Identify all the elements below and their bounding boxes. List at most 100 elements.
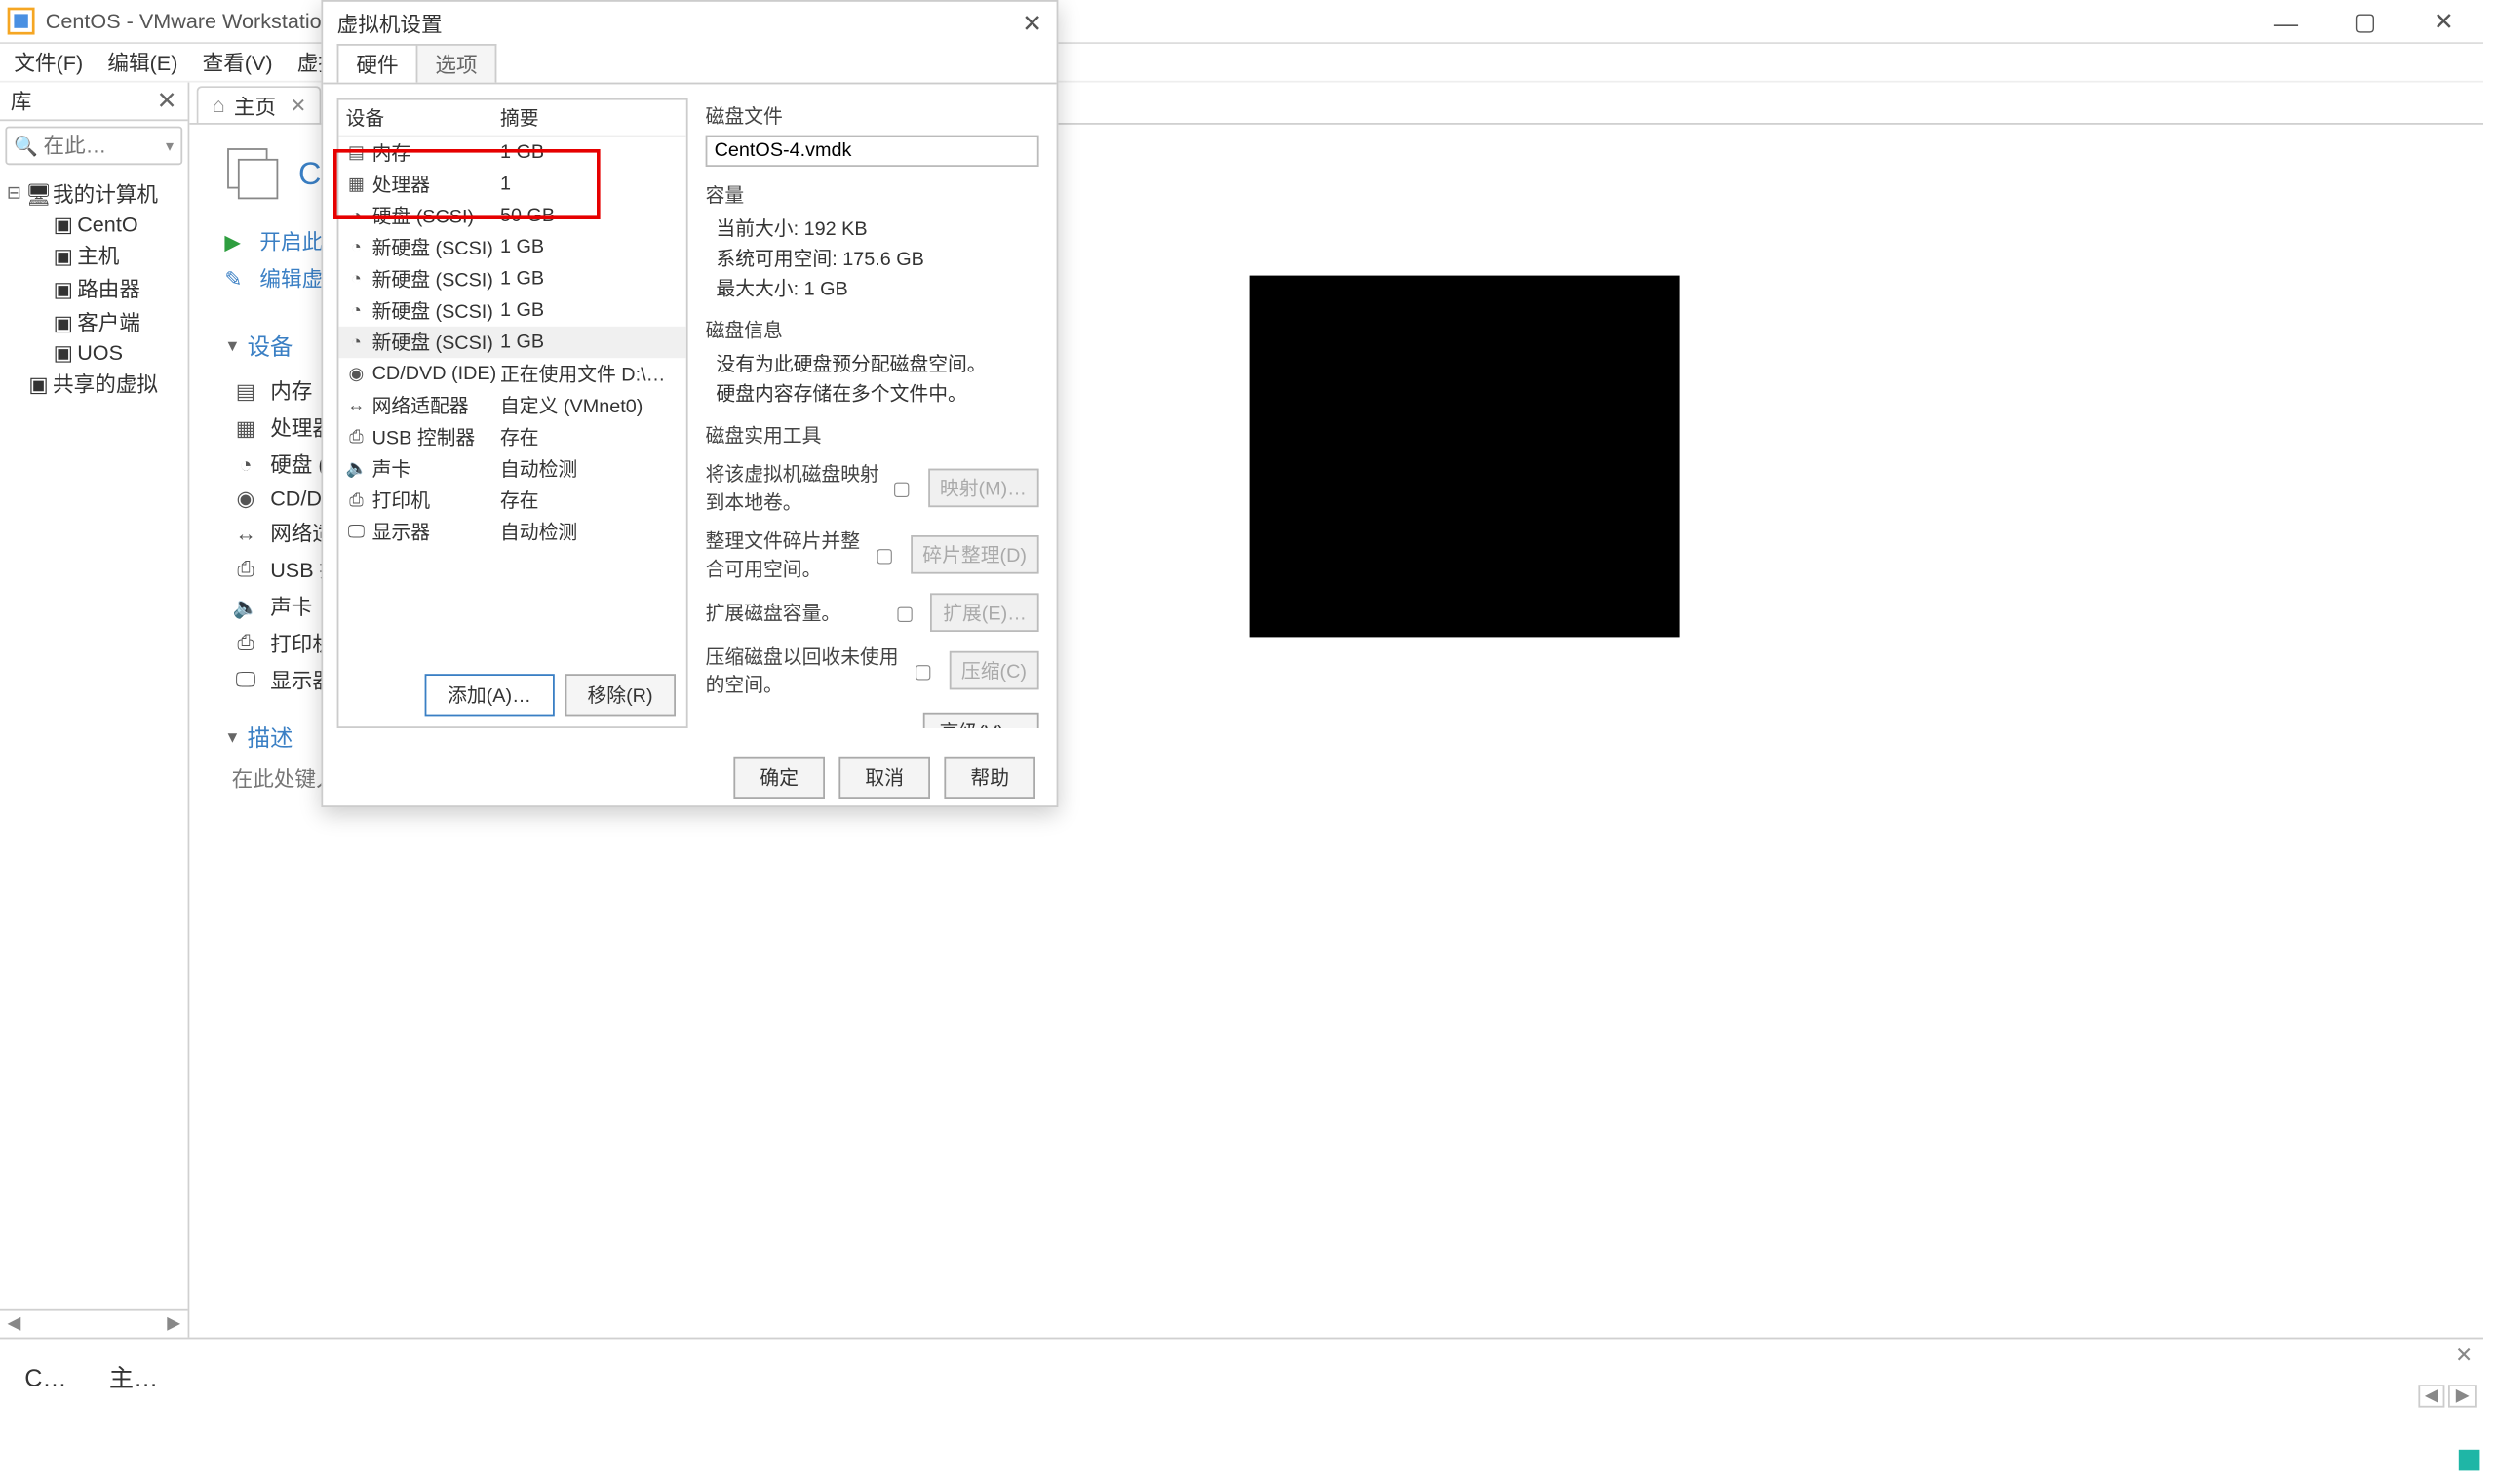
- hw-device: 处理器: [372, 171, 430, 199]
- capacity-label: 容量: [706, 180, 1039, 209]
- tree-toggle-icon[interactable]: ⊟: [4, 184, 25, 204]
- device-icon: 🔈: [232, 594, 260, 618]
- close-button[interactable]: ✕: [2404, 0, 2483, 44]
- hardware-row[interactable]: ◔新硬盘 (SCSI)1 GB: [338, 327, 685, 358]
- device-icon: ◉: [232, 487, 260, 511]
- hardware-row[interactable]: ◔硬盘 (SCSI)50 GB: [338, 200, 685, 231]
- scroll-right-icon[interactable]: ▶: [160, 1314, 188, 1334]
- hardware-row[interactable]: ⎙打印机存在: [338, 485, 685, 516]
- library-tree[interactable]: ⊟🖥我的计算机▣CentO▣主机▣路由器▣客户端▣UOS▣共享的虚拟: [0, 171, 188, 408]
- vm-large-icon: [224, 145, 281, 202]
- col-summary: 摘要: [500, 103, 680, 132]
- library-search[interactable]: 🔍 ▾: [5, 127, 182, 166]
- hw-device: USB 控制器: [372, 423, 476, 451]
- hw-device: 网络适配器: [372, 391, 469, 419]
- minimize-button[interactable]: —: [2246, 0, 2325, 44]
- advanced-button[interactable]: 高级(V)…: [923, 713, 1038, 728]
- hardware-row[interactable]: ▦处理器1: [338, 169, 685, 200]
- footer-right-icon[interactable]: ▶: [2449, 1385, 2476, 1407]
- hw-summary: 1 GB: [500, 300, 680, 322]
- hw-icon: 🔈: [346, 459, 368, 479]
- hw-icon: ⎙: [346, 427, 368, 447]
- footer-close-icon[interactable]: ✕: [2455, 1343, 2473, 1367]
- tree-node-icon: ▣: [49, 340, 77, 365]
- expand-button[interactable]: 扩展(E)…: [931, 593, 1039, 632]
- hw-summary: 1 GB: [500, 332, 680, 353]
- tree-item[interactable]: ▣客户端: [4, 305, 184, 338]
- hardware-row[interactable]: ◉CD/DVD (IDE)正在使用文件 D:\my 镜像\Cen…: [338, 358, 685, 389]
- remove-button[interactable]: 移除(R): [565, 674, 676, 716]
- help-icon[interactable]: ▢: [914, 659, 938, 682]
- defrag-button[interactable]: 碎片整理(D): [911, 535, 1039, 574]
- hardware-row[interactable]: ◔新硬盘 (SCSI)1 GB: [338, 263, 685, 294]
- help-icon[interactable]: ▢: [896, 602, 920, 624]
- current-size: 当前大小: 192 KB: [716, 215, 1038, 243]
- menu-file[interactable]: 文件(F): [14, 48, 83, 78]
- footer-tab-2[interactable]: 主…: [109, 1359, 158, 1394]
- max-size: 最大大小: 1 GB: [716, 274, 1038, 302]
- close-icon[interactable]: ✕: [290, 94, 306, 116]
- maximize-button[interactable]: ▢: [2325, 0, 2404, 44]
- library-scrollbar[interactable]: ◀ ▶: [0, 1309, 188, 1338]
- tree-item[interactable]: ⊟🖥我的计算机: [4, 177, 184, 211]
- expand-label: 扩展磁盘容量。: [706, 599, 885, 627]
- hw-summary: 1 GB: [500, 268, 680, 290]
- col-device: 设备: [346, 103, 500, 132]
- device-icon: ⎙: [232, 557, 260, 583]
- add-button[interactable]: 添加(A)…: [425, 674, 555, 716]
- help-button[interactable]: 帮助: [944, 757, 1035, 799]
- hardware-row[interactable]: ◔新硬盘 (SCSI)1 GB: [338, 294, 685, 326]
- tab-home[interactable]: ⌂ 主页 ✕: [197, 86, 323, 123]
- menu-view[interactable]: 查看(V): [203, 48, 273, 78]
- dropdown-icon[interactable]: ▾: [166, 137, 174, 156]
- disk-utilities-label: 磁盘实用工具: [706, 421, 1039, 449]
- disk-info-2: 硬盘内容存储在多个文件中。: [716, 379, 1038, 408]
- vmware-icon: [7, 7, 35, 35]
- library-panel: 库 ✕ 🔍 ▾ ⊟🖥我的计算机▣CentO▣主机▣路由器▣客户端▣UOS▣共享的…: [0, 83, 189, 1338]
- footer-tab-1[interactable]: C…: [24, 1363, 66, 1391]
- chevron-down-icon: ▼: [224, 336, 240, 354]
- map-button[interactable]: 映射(M)…: [927, 469, 1038, 508]
- tab-hardware[interactable]: 硬件: [337, 44, 418, 83]
- help-icon[interactable]: ▢: [892, 477, 916, 499]
- menu-edit[interactable]: 编辑(E): [107, 48, 177, 78]
- search-icon: 🔍: [14, 135, 38, 157]
- footer-left-icon[interactable]: ◀: [2418, 1385, 2445, 1407]
- hardware-row[interactable]: ⎙USB 控制器存在: [338, 421, 685, 452]
- dialog-close-icon[interactable]: ✕: [1022, 8, 1042, 38]
- tree-item[interactable]: ▣主机: [4, 239, 184, 272]
- tree-item[interactable]: ▣路由器: [4, 272, 184, 305]
- chevron-down-icon: ▼: [224, 727, 240, 745]
- hardware-row[interactable]: 🔈声卡自动检测: [338, 452, 685, 484]
- disk-file-input[interactable]: [706, 136, 1039, 167]
- tree-node-label: CentO: [77, 213, 137, 237]
- cancel-button[interactable]: 取消: [838, 757, 930, 799]
- tab-options[interactable]: 选项: [416, 44, 497, 83]
- disk-info-1: 没有为此硬盘预分配磁盘空间。: [716, 349, 1038, 377]
- tree-item[interactable]: ▣CentO: [4, 211, 184, 239]
- hw-icon: ↔: [346, 396, 368, 415]
- hw-summary: 正在使用文件 D:\my 镜像\Cen…: [500, 360, 680, 388]
- hw-device: CD/DVD (IDE): [372, 364, 497, 385]
- system-free: 系统可用空间: 175.6 GB: [716, 244, 1038, 272]
- device-label: 声卡: [270, 592, 312, 622]
- hw-device: 新硬盘 (SCSI): [372, 329, 493, 357]
- tree-item[interactable]: ▣共享的虚拟: [4, 367, 184, 400]
- compact-button[interactable]: 压缩(C): [949, 651, 1038, 690]
- tree-item[interactable]: ▣UOS: [4, 338, 184, 367]
- hw-icon: ◔: [346, 301, 368, 321]
- scroll-left-icon[interactable]: ◀: [0, 1314, 28, 1334]
- hw-device: 新硬盘 (SCSI): [372, 265, 493, 293]
- hardware-row[interactable]: ↔网络适配器 自定义 (VMnet0): [338, 390, 685, 421]
- tree-node-label: UOS: [77, 340, 123, 365]
- help-icon[interactable]: ▢: [876, 543, 900, 566]
- hardware-row[interactable]: ▤内存1 GB: [338, 137, 685, 168]
- hw-summary: 自动检测: [500, 518, 680, 546]
- hardware-row[interactable]: ◔新硬盘 (SCSI)1 GB: [338, 232, 685, 263]
- search-input[interactable]: [43, 134, 148, 158]
- hw-summary: 自定义 (VMnet0): [500, 391, 680, 419]
- ok-button[interactable]: 确定: [733, 757, 825, 799]
- hardware-row[interactable]: 🖵显示器自动检测: [338, 516, 685, 547]
- library-close-icon[interactable]: ✕: [157, 86, 177, 116]
- hw-summary: 存在: [500, 423, 680, 451]
